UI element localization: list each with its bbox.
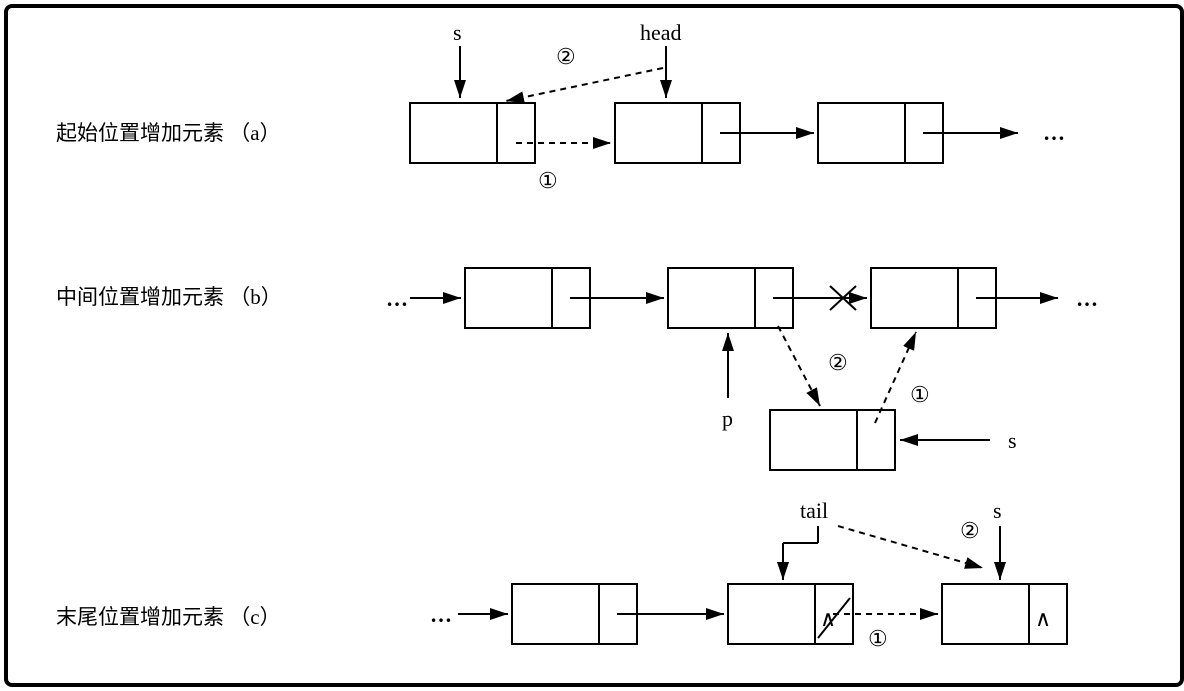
label-a-head: head — [640, 20, 682, 45]
ellipsis-b-right: … — [1076, 286, 1098, 311]
ellipsis-a-right: … — [1043, 120, 1065, 145]
label-c-step1: ① — [868, 626, 888, 651]
null-c-s: ∧ — [1035, 606, 1051, 631]
label-b-step1: ① — [910, 382, 930, 407]
arrow-a-step2 — [506, 68, 663, 101]
label-c-step2: ② — [960, 518, 980, 543]
caption-a: 起始位置增加元素 （a） — [56, 121, 281, 145]
label-b-s: s — [1008, 428, 1017, 453]
caption-c: 末尾位置增加元素 （c） — [56, 605, 281, 629]
diagram-frame: 起始位置增加元素 （a） s head ② ① … 中间位置增加元素 （b） …… — [4, 4, 1184, 687]
arrow-b-step2 — [778, 326, 820, 406]
ellipsis-b-left: … — [386, 286, 408, 311]
node-a-s — [410, 103, 535, 163]
ellipsis-c-left: … — [430, 602, 452, 627]
label-c-s: s — [993, 498, 1002, 523]
label-a-s: s — [453, 20, 462, 45]
label-a-step2: ② — [556, 44, 576, 69]
caption-b: 中间位置增加元素 （b） — [56, 285, 282, 309]
label-b-step2: ② — [828, 350, 848, 375]
label-a-step1: ① — [538, 168, 558, 193]
linked-list-diagram: 起始位置增加元素 （a） s head ② ① … 中间位置增加元素 （b） …… — [8, 8, 1180, 683]
label-b-p: p — [722, 406, 733, 431]
label-c-tail: tail — [800, 498, 828, 523]
